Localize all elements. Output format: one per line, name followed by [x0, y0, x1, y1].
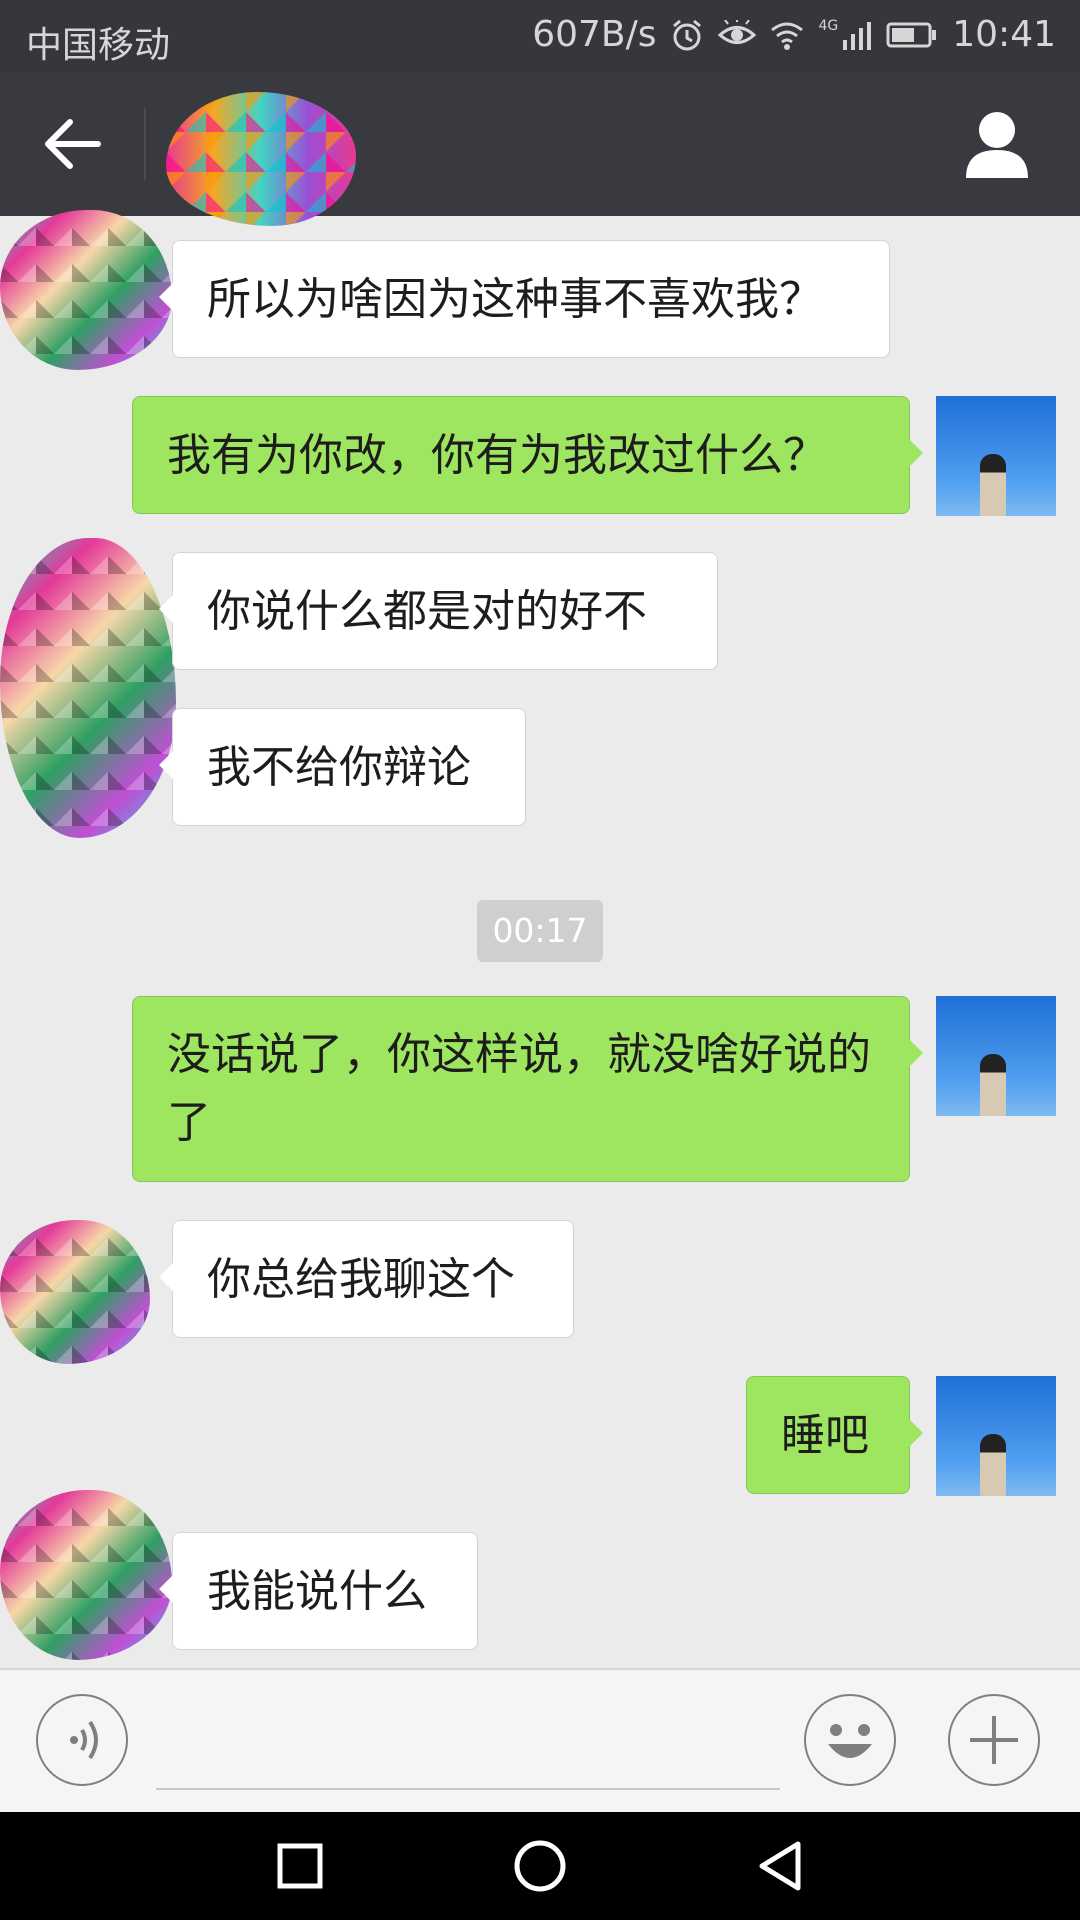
- message-input[interactable]: [156, 1788, 780, 1790]
- eye-icon: [718, 19, 757, 44]
- message-bubble-incoming[interactable]: 我不给你辩论: [159, 708, 526, 826]
- message-bubble-outgoing[interactable]: 我有为你改，你有为我改过什么？: [132, 396, 923, 514]
- contact-avatar: [166, 92, 356, 226]
- message-text: 你说什么都是对的好不: [207, 586, 647, 637]
- input-bar: [0, 1668, 1080, 1814]
- my-avatar-1[interactable]: [936, 396, 1056, 516]
- alarm-icon: [673, 19, 702, 50]
- recents-icon[interactable]: [270, 1836, 330, 1896]
- carrier-name: 中国移动: [26, 25, 171, 66]
- voice-button[interactable]: [36, 1694, 128, 1786]
- home-icon[interactable]: [510, 1836, 570, 1896]
- my-avatar-3[interactable]: [936, 1376, 1056, 1496]
- emoji-button[interactable]: [804, 1694, 896, 1786]
- plus-icon: [970, 1716, 1018, 1764]
- contact-avatar-4[interactable]: [0, 1490, 172, 1660]
- message-bubble-outgoing[interactable]: 没话说了，你这样说，就没啥好说的了: [132, 996, 923, 1182]
- net-speed: 607B/s: [532, 14, 657, 55]
- message-timestamp: 00:17: [477, 900, 603, 962]
- message-text: 没话说了，你这样说，就没啥好说的了: [167, 1029, 871, 1148]
- emoji-icon: [828, 1724, 872, 1758]
- message-text: 我不给你辩论: [207, 742, 471, 793]
- message-text: 所以为啥因为这种事不喜欢我？: [207, 274, 823, 325]
- back-arrow-icon[interactable]: [40, 114, 106, 174]
- message-text: 我有为你改，你有为我改过什么？: [167, 430, 827, 481]
- message-text: 我能说什么: [207, 1566, 427, 1617]
- battery-icon: [886, 22, 937, 47]
- chat-area[interactable]: 所以为啥因为这种事不喜欢我？ 我有为你改，你有为我改过什么？ 你说什么都是对的好…: [0, 210, 1080, 1668]
- message-bubble-incoming[interactable]: 所以为啥因为这种事不喜欢我？: [159, 240, 890, 358]
- back-icon[interactable]: [750, 1836, 810, 1896]
- signal-icon: [843, 21, 872, 50]
- contact-avatar-2[interactable]: [0, 538, 176, 838]
- wifi-icon: [771, 22, 804, 50]
- message-text: 你总给我聊这个: [207, 1254, 515, 1305]
- contact-avatar-3[interactable]: [0, 1220, 150, 1364]
- network-type: 4G: [818, 18, 839, 34]
- system-nav-bar: [0, 1812, 1080, 1920]
- contact-avatar-1[interactable]: [0, 210, 172, 370]
- title-bar: [0, 72, 1080, 226]
- status-bar: 中国移动 607B/s 4G 10:41: [0, 0, 1080, 72]
- message-text: 睡吧: [781, 1410, 869, 1461]
- voice-icon: [70, 1720, 98, 1760]
- more-button[interactable]: [948, 1694, 1040, 1786]
- clock: 10:41: [952, 14, 1056, 55]
- profile-icon[interactable]: [964, 110, 1030, 180]
- message-bubble-incoming[interactable]: 你总给我聊这个: [159, 1220, 574, 1338]
- my-avatar-2[interactable]: [936, 996, 1056, 1116]
- message-bubble-incoming[interactable]: 你说什么都是对的好不: [159, 552, 718, 670]
- title-divider: [144, 108, 146, 180]
- message-bubble-outgoing[interactable]: 睡吧: [746, 1376, 923, 1494]
- message-bubble-incoming[interactable]: 我能说什么: [159, 1532, 478, 1650]
